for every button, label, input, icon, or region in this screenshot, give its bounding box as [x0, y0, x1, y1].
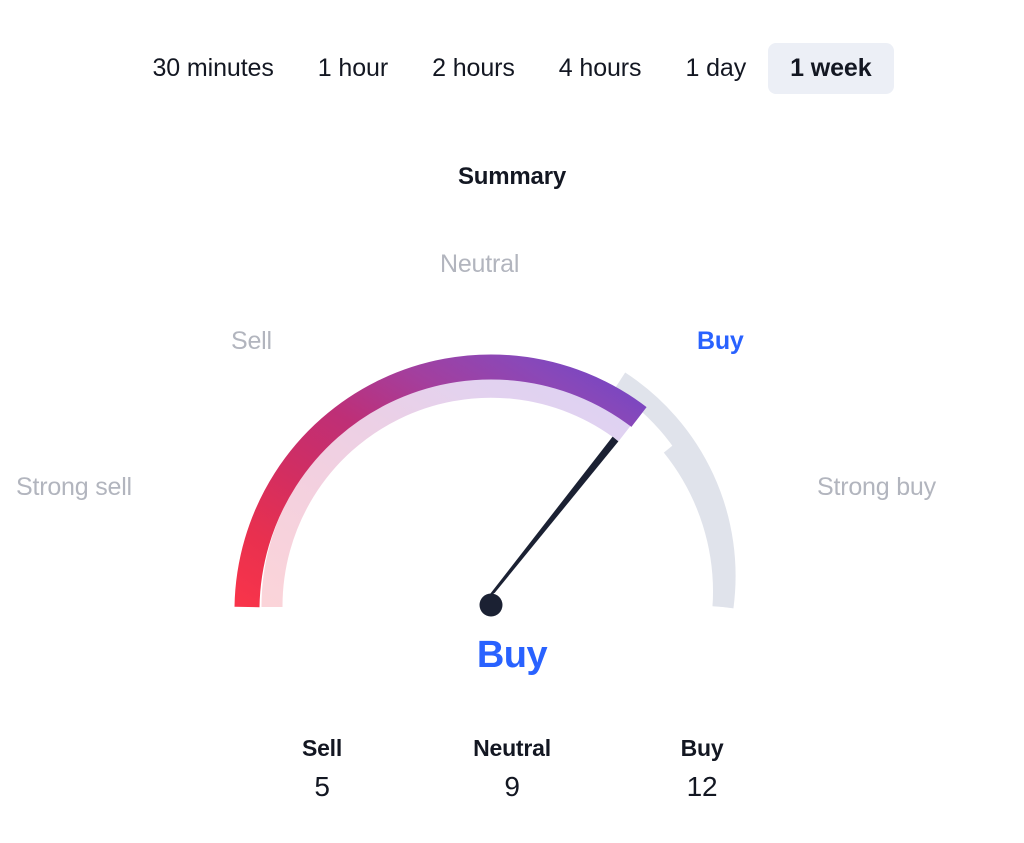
tab-1-day[interactable]: 1 day — [663, 43, 768, 94]
tab-2-hours[interactable]: 2 hours — [410, 43, 537, 94]
gauge-label-strong-buy: Strong buy — [817, 473, 936, 501]
interval-tab-bar: 30 minutes 1 hour 2 hours 4 hours 1 day … — [0, 40, 1024, 96]
gauge-label-neutral: Neutral — [440, 250, 520, 278]
gauge-label-strong-sell: Strong sell — [16, 473, 132, 501]
count-value-sell: 5 — [314, 770, 330, 802]
count-label-sell: Sell — [301, 735, 343, 761]
count-label-buy: Buy — [680, 735, 724, 761]
tab-4-hours[interactable]: 4 hours — [537, 43, 664, 94]
signal-counts: Sell 5 Neutral 9 Buy 12 — [0, 735, 1024, 802]
tab-1-hour[interactable]: 1 hour — [296, 43, 410, 94]
count-column-buy: Buy 12 — [647, 735, 757, 802]
technical-analysis-widget: 30 minutes 1 hour 2 hours 4 hours 1 day … — [0, 0, 1024, 843]
page-title: Summary — [458, 163, 566, 190]
gauge-chart: Strong sell Sell Neutral Buy Strong buy — [0, 250, 1024, 630]
gauge-svg — [234, 354, 736, 617]
count-value-neutral: 9 — [504, 770, 520, 802]
count-column-sell: Sell 5 — [267, 735, 377, 802]
count-label-neutral: Neutral — [473, 735, 551, 761]
count-column-neutral: Neutral 9 — [457, 735, 567, 802]
needle — [479, 436, 619, 617]
gauge-label-sell: Sell — [231, 327, 272, 355]
count-value-buy: 12 — [686, 770, 718, 802]
tab-1-week[interactable]: 1 week — [768, 42, 894, 94]
gauge-label-buy: Buy — [697, 327, 744, 355]
summary-verdict: Buy — [476, 634, 548, 676]
needle-hub — [479, 593, 503, 617]
tab-30-minutes[interactable]: 30 minutes — [130, 43, 295, 94]
